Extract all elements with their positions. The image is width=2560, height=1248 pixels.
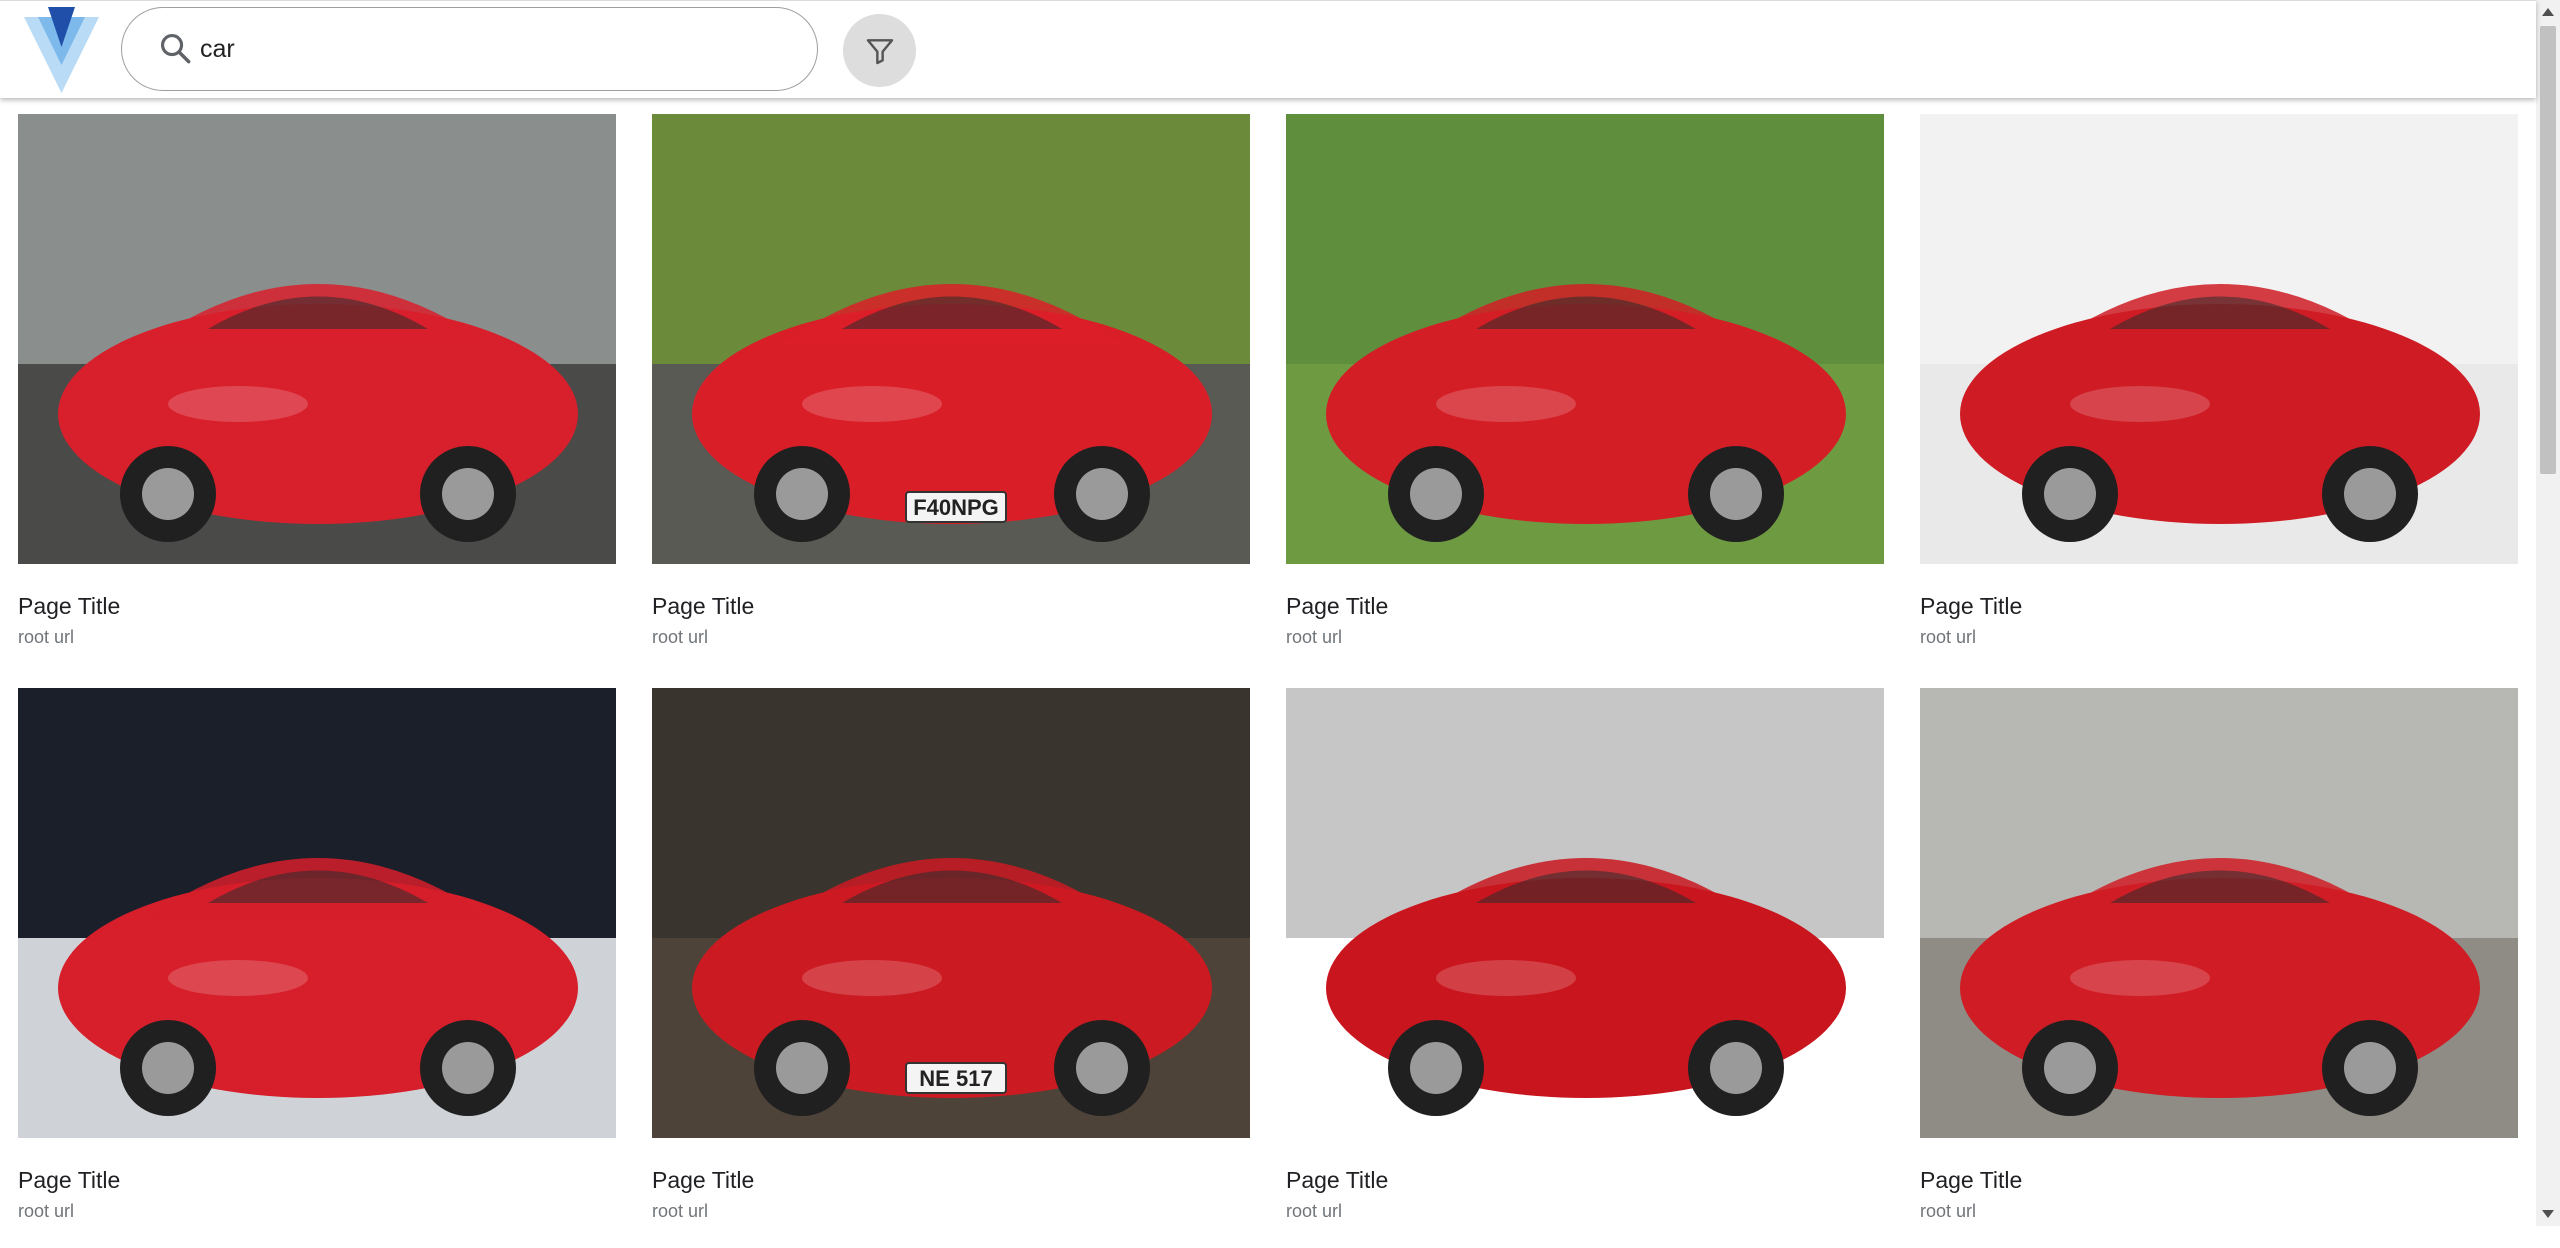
- result-url: root url: [652, 627, 709, 647]
- result-thumbnail[interactable]: [1920, 688, 2518, 1138]
- result-title[interactable]: Page Title: [1286, 1167, 1388, 1194]
- result-title[interactable]: Page Title: [652, 593, 754, 620]
- result-card[interactable]: NE 517 Page Title root url: [652, 688, 1250, 1248]
- app-bar: [0, 0, 2536, 98]
- result-title[interactable]: Page Title: [1286, 593, 1388, 620]
- result-thumbnail[interactable]: NE 517: [652, 688, 1250, 1138]
- result-card[interactable]: Page Title root url: [1920, 114, 2518, 674]
- result-card[interactable]: Page Title root url: [18, 114, 616, 674]
- result-url: root url: [1920, 1201, 1977, 1221]
- result-url: root url: [18, 627, 75, 647]
- result-title[interactable]: Page Title: [1920, 593, 2022, 620]
- result-card[interactable]: Page Title root url: [18, 688, 616, 1248]
- result-title[interactable]: Page Title: [18, 1167, 120, 1194]
- license-plate-text: F40NPG: [913, 495, 999, 520]
- search-input[interactable]: [200, 26, 760, 72]
- result-thumbnail[interactable]: [18, 688, 616, 1138]
- result-thumbnail[interactable]: [18, 114, 616, 564]
- result-card[interactable]: Page Title root url: [1920, 688, 2518, 1248]
- result-url: root url: [1920, 627, 1977, 647]
- result-thumbnail[interactable]: [1920, 114, 2518, 564]
- result-title[interactable]: Page Title: [1920, 1167, 2022, 1194]
- result-card[interactable]: F40NPG Page Title root url: [652, 114, 1250, 674]
- scroll-down-arrow-icon[interactable]: [2542, 1210, 2554, 1218]
- search-icon: [160, 33, 191, 64]
- result-card[interactable]: Page Title root url: [1286, 688, 1884, 1248]
- v-logo-icon[interactable]: [24, 7, 99, 93]
- scrollbar[interactable]: [2536, 0, 2560, 1226]
- result-url: root url: [1286, 627, 1343, 647]
- result-thumbnail[interactable]: [1286, 688, 1884, 1138]
- result-title[interactable]: Page Title: [18, 593, 120, 620]
- scrollbar-thumb[interactable]: [2540, 26, 2556, 474]
- result-thumbnail[interactable]: F40NPG: [652, 114, 1250, 564]
- filter-icon: [866, 39, 894, 65]
- result-card[interactable]: Page Title root url: [1286, 114, 1884, 674]
- filter-button[interactable]: [843, 14, 916, 87]
- scroll-up-arrow-icon[interactable]: [2542, 8, 2554, 16]
- result-url: root url: [652, 1201, 709, 1221]
- result-url: root url: [18, 1201, 75, 1221]
- license-plate-text: NE 517: [919, 1066, 992, 1091]
- search-bar[interactable]: [121, 7, 818, 91]
- result-title[interactable]: Page Title: [652, 1167, 754, 1194]
- result-url: root url: [1286, 1201, 1343, 1221]
- result-thumbnail[interactable]: [1286, 114, 1884, 564]
